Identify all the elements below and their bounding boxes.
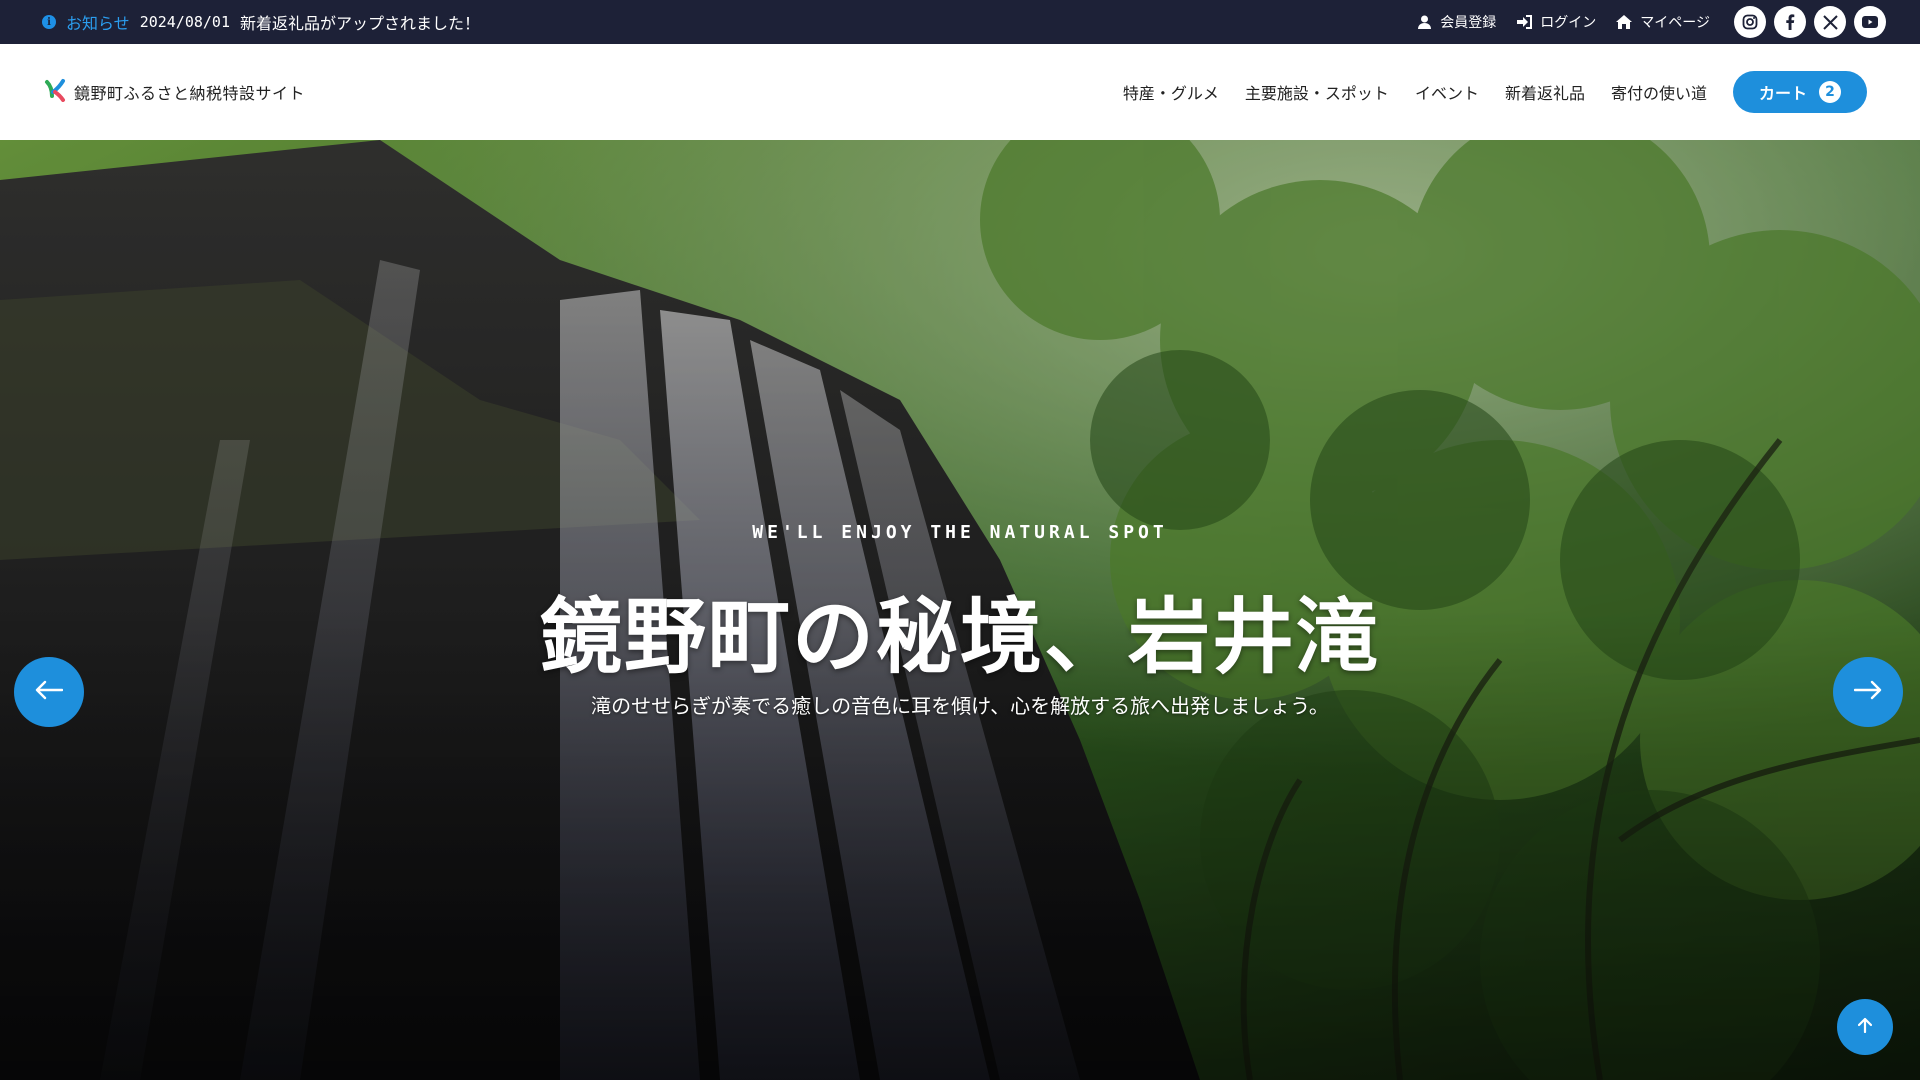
arrow-up-icon xyxy=(1857,1017,1873,1037)
nav-item-events[interactable]: イベント xyxy=(1415,80,1479,104)
mypage-label: マイページ xyxy=(1640,15,1710,31)
site-header: 鏡野町ふるさと納税特設サイト 特産・グルメ 主要施設・スポット イベント 新着返… xyxy=(0,44,1920,140)
instagram-icon[interactable] xyxy=(1734,6,1766,38)
social-links xyxy=(1734,6,1886,38)
arrow-right-icon xyxy=(1853,680,1882,704)
notice-label: お知らせ xyxy=(66,14,130,33)
login-icon xyxy=(1516,14,1532,30)
slider-prev-button[interactable] xyxy=(14,657,84,727)
register-link[interactable]: 会員登録 xyxy=(1416,12,1496,32)
mypage-link[interactable]: マイページ xyxy=(1616,12,1710,32)
nav-item-new-gifts[interactable]: 新着返礼品 xyxy=(1505,80,1585,104)
back-to-top-button[interactable] xyxy=(1837,999,1893,1055)
x-icon[interactable] xyxy=(1814,6,1846,38)
facebook-icon[interactable] xyxy=(1774,6,1806,38)
user-icon xyxy=(1416,14,1432,30)
login-label: ログイン xyxy=(1540,15,1597,31)
cart-button[interactable]: カート 2 xyxy=(1732,71,1867,113)
nav-item-donation-use[interactable]: 寄付の使い道 xyxy=(1611,80,1707,104)
slider-next-button[interactable] xyxy=(1833,657,1903,727)
login-link[interactable]: ログイン xyxy=(1516,12,1596,32)
notice[interactable]: i お知らせ 2024/08/01 新着返礼品がアップされました！ xyxy=(42,10,480,34)
home-icon xyxy=(1616,14,1633,30)
youtube-icon[interactable] xyxy=(1854,6,1886,38)
top-notice-bar: i お知らせ 2024/08/01 新着返礼品がアップされました！ 会員登録 ロ… xyxy=(0,0,1920,44)
cart-count-badge: 2 xyxy=(1819,81,1841,103)
hero-eyebrow: WE'LL ENJOY THE NATURAL SPOT xyxy=(752,522,1168,543)
hero-subtitle: 滝のせせらぎが奏でる癒しの音色に耳を傾け、心を解放する旅へ出発しましょう。 xyxy=(591,694,1329,718)
cart-label: カート xyxy=(1758,84,1807,103)
site-name: 鏡野町ふるさと納税特設サイト xyxy=(74,84,306,103)
hero-content: WE'LL ENJOY THE NATURAL SPOT 鏡野町の秘境、岩井滝 … xyxy=(0,140,1920,1080)
logo-icon xyxy=(44,78,68,106)
nav-item-spots[interactable]: 主要施設・スポット xyxy=(1245,80,1389,104)
register-label: 会員登録 xyxy=(1440,15,1497,31)
notice-text[interactable]: 新着返礼品がアップされました！ xyxy=(240,10,480,34)
hero-title: 鏡野町の秘境、岩井滝 xyxy=(539,590,1380,685)
info-icon: i xyxy=(42,15,56,29)
hero-slider: WE'LL ENJOY THE NATURAL SPOT 鏡野町の秘境、岩井滝 … xyxy=(0,140,1920,1080)
top-links: 会員登録 ログイン マイページ xyxy=(1416,6,1886,38)
main-nav: 特産・グルメ 主要施設・スポット イベント 新着返礼品 寄付の使い道 カート 2 xyxy=(1123,71,1867,113)
notice-date: 2024/08/01 xyxy=(139,13,230,31)
arrow-left-icon xyxy=(35,680,64,704)
site-logo[interactable]: 鏡野町ふるさと納税特設サイト xyxy=(44,78,305,106)
nav-item-specialty[interactable]: 特産・グルメ xyxy=(1123,80,1219,104)
